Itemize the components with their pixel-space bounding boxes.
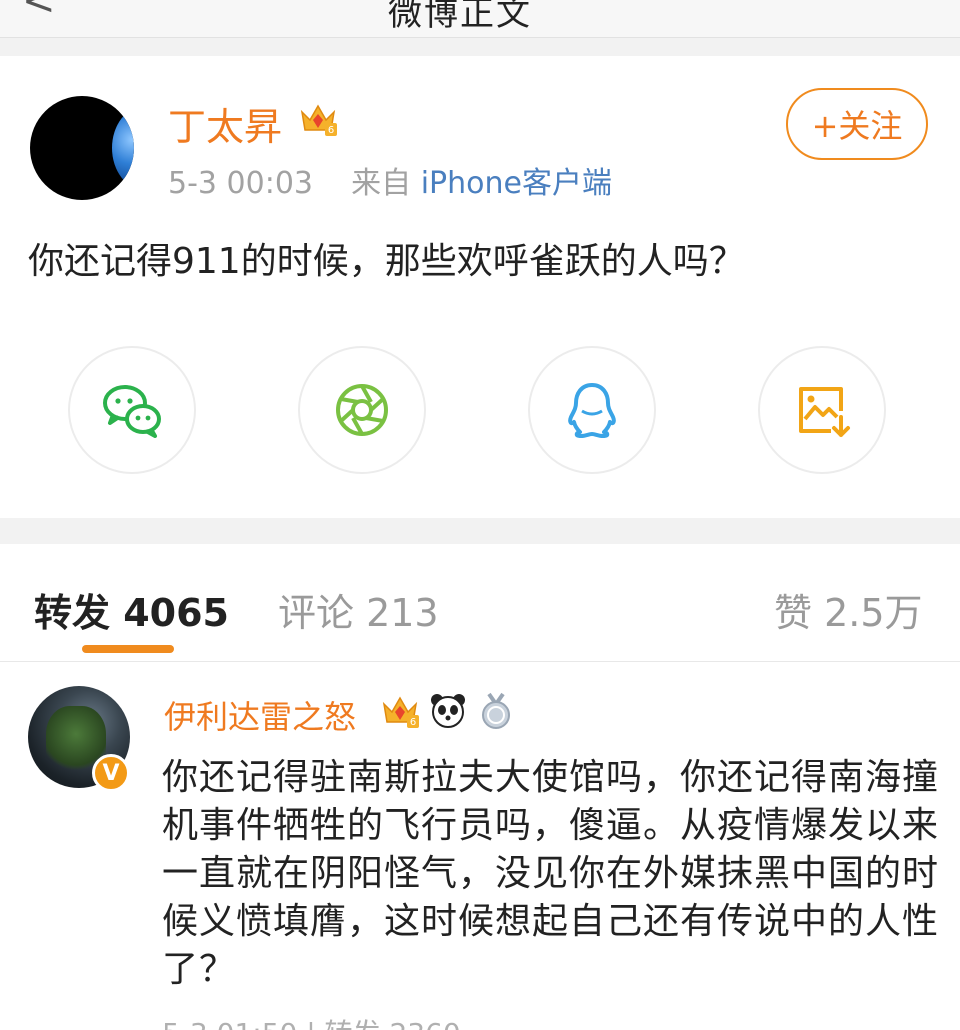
repost-item: V 伊利达雷之怒 6 你还记得驻南斯拉夫大使馆吗，你还记得南海撞机事件牺牲的飞行… — [0, 662, 960, 1030]
member-crown-icon: 6 — [380, 690, 420, 730]
verified-badge-icon: V — [92, 754, 130, 792]
commenter-badges: 6 — [380, 690, 516, 730]
follow-button[interactable]: +关注 — [786, 88, 928, 160]
wechat-icon — [103, 385, 161, 438]
commenter-username[interactable]: 伊利达雷之怒 — [164, 692, 356, 738]
post-text: 你还记得911的时候，那些欢呼雀跃的人吗？ — [28, 241, 745, 282]
share-moments-button[interactable] — [298, 346, 426, 474]
panda-badge-icon — [428, 690, 468, 730]
save-image-button[interactable] — [758, 346, 886, 474]
post-meta: 5-3 00:03 来自 iPhone客户端 — [168, 158, 612, 202]
svg-text:6: 6 — [328, 125, 334, 136]
weibo-post: 丁太昇 6 5-3 00:03 来自 iPhone客户端 +关注 你还记得911… — [0, 56, 960, 518]
post-time: 5-3 00:03 — [168, 166, 313, 201]
share-wechat-button[interactable] — [68, 346, 196, 474]
interaction-tabs: 转发 4065 评论 213 赞 2.5万 — [0, 544, 960, 662]
repost-footer: 5-3 01:50 | 转发 2360 — [162, 1012, 461, 1030]
author-username[interactable]: 丁太昇 — [168, 96, 282, 151]
back-arrow-icon[interactable]: < — [22, 0, 56, 24]
post-source[interactable]: iPhone客户端 — [421, 166, 612, 201]
tab-comments[interactable]: 评论 213 — [278, 582, 439, 637]
member-crown-icon: 6 — [298, 98, 338, 138]
tab-reposts[interactable]: 转发 4065 — [34, 582, 229, 637]
medal-badge-icon — [476, 690, 516, 730]
top-navigation-bar: < 微博正文 — [0, 0, 960, 38]
svg-text:6: 6 — [410, 717, 416, 728]
repost-text: 你还记得驻南斯拉夫大使馆吗，你还记得南海撞机事件牺牲的飞行员吗，傻逼。从疫情爆发… — [162, 757, 940, 990]
qq-icon — [568, 383, 616, 438]
source-prefix: 来自 — [351, 166, 412, 201]
author-avatar[interactable] — [30, 96, 134, 200]
save-image-icon — [799, 387, 850, 437]
active-tab-indicator — [82, 645, 174, 653]
moments-icon — [336, 384, 388, 436]
page-title: 微博正文 — [388, 0, 532, 34]
share-qq-button[interactable] — [528, 346, 656, 474]
tab-likes[interactable]: 赞 2.5万 — [774, 582, 923, 637]
